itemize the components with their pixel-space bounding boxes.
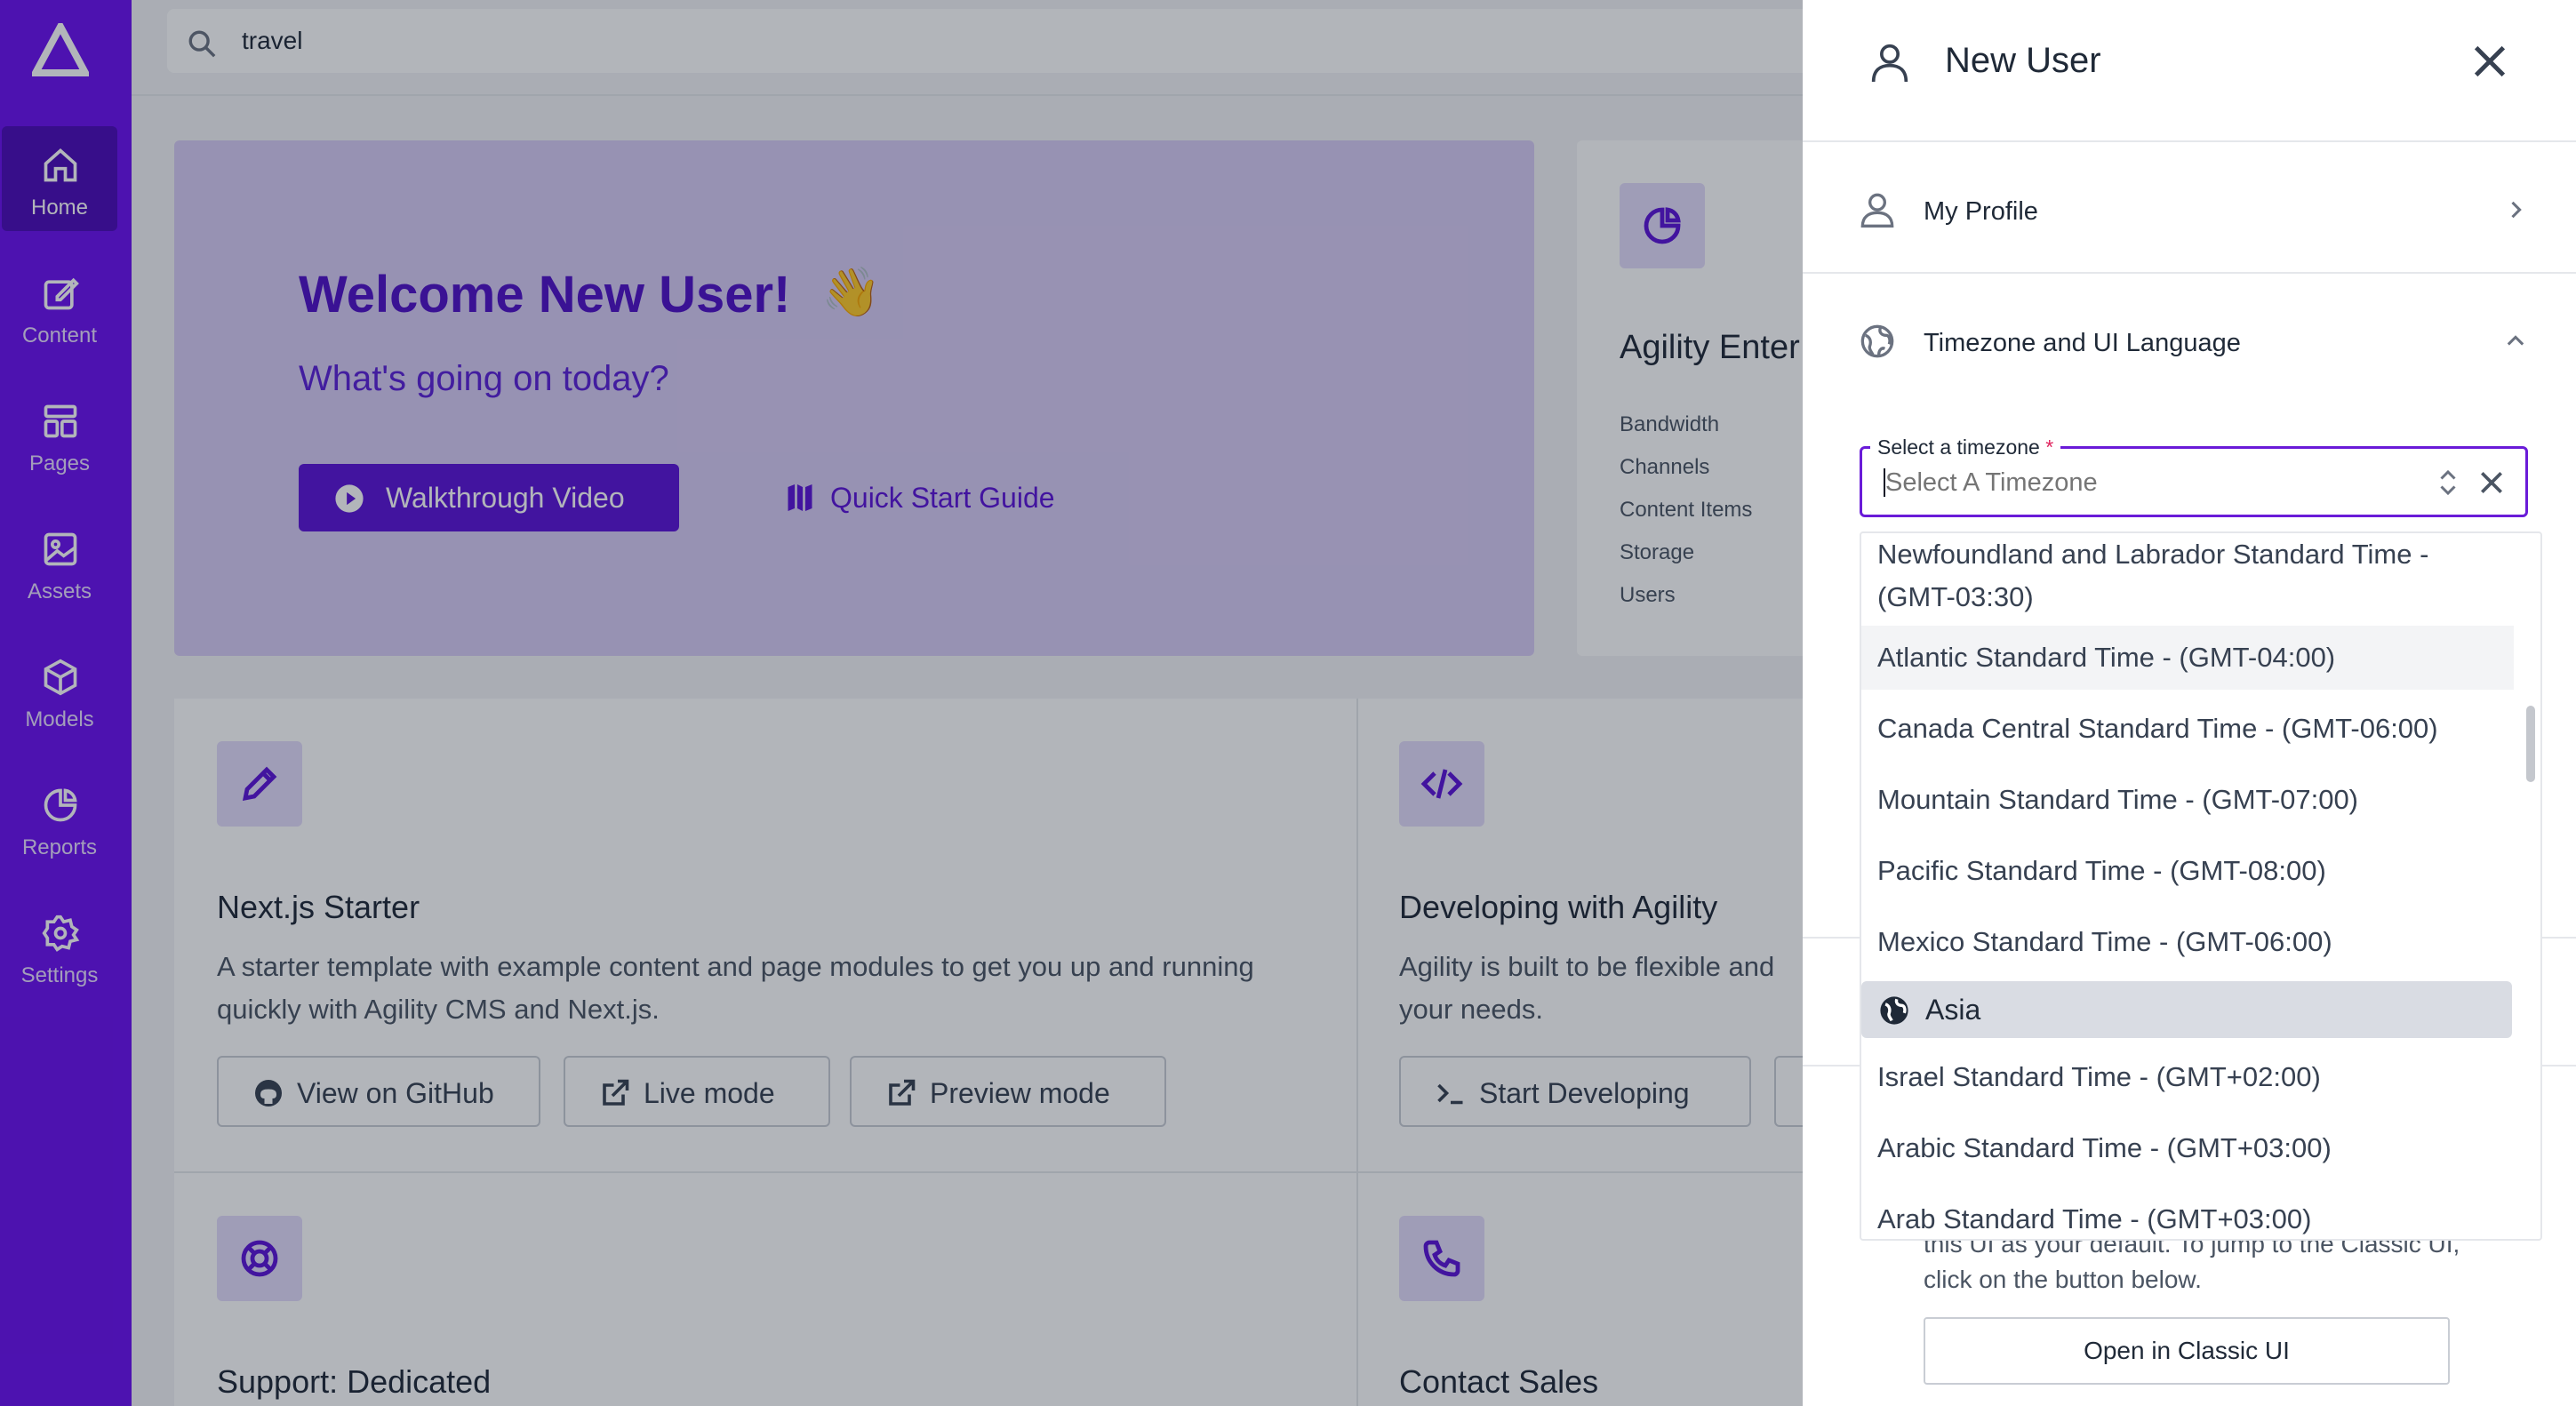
- drawer-title: New User: [1945, 41, 2101, 80]
- dropdown-scrollbar[interactable]: [2526, 706, 2535, 782]
- open-classic-ui-button[interactable]: Open in Classic UI: [1924, 1317, 2450, 1385]
- required-mark: *: [2045, 435, 2054, 459]
- timezone-dropdown: Newfoundland and Labrador Standard Time …: [1860, 531, 2542, 1241]
- updown-chevron-icon[interactable]: [2436, 467, 2460, 499]
- my-profile-section[interactable]: My Profile: [1803, 142, 2576, 274]
- chevron-right-icon: [2511, 201, 2522, 219]
- my-profile-label: My Profile: [1924, 197, 2038, 226]
- close-icon[interactable]: [2469, 41, 2510, 82]
- user-icon: [1860, 193, 1894, 228]
- timezone-option[interactable]: Newfoundland and Labrador Standard Time …: [1861, 533, 2514, 619]
- timezone-option[interactable]: Arabic Standard Time - (GMT+03:00): [1861, 1116, 2514, 1180]
- timezone-field-label: Select a timezone *: [1870, 435, 2061, 459]
- drawer-header: New User: [1803, 0, 2576, 142]
- timezone-option[interactable]: Mexico Standard Time - (GMT-06:00): [1861, 910, 2514, 974]
- modal-overlay[interactable]: [0, 0, 1803, 1406]
- timezone-option[interactable]: Canada Central Standard Time - (GMT-06:0…: [1861, 697, 2514, 761]
- timezone-section[interactable]: Timezone and UI Language: [1803, 274, 2576, 405]
- timezone-option[interactable]: Mountain Standard Time - (GMT-07:00): [1861, 768, 2514, 832]
- user-icon: [1871, 44, 1908, 83]
- timezone-input[interactable]: [1885, 463, 2419, 502]
- timezone-option[interactable]: Pacific Standard Time - (GMT-08:00): [1861, 839, 2514, 903]
- timezone-label: Timezone and UI Language: [1924, 329, 2241, 357]
- globe-icon: [1860, 324, 1894, 358]
- globe-icon: [1880, 996, 1908, 1025]
- option-group-label: Asia: [1925, 994, 1981, 1026]
- timezone-option[interactable]: Arab Standard Time - (GMT+03:00): [1861, 1187, 2514, 1239]
- timezone-option[interactable]: Atlantic Standard Time - (GMT-04:00): [1861, 626, 2514, 690]
- timezone-option[interactable]: Israel Standard Time - (GMT+02:00): [1861, 1045, 2514, 1109]
- chevron-up-icon: [2507, 335, 2524, 346]
- option-line: Newfoundland and Labrador Standard Time …: [1877, 539, 2429, 570]
- clear-icon[interactable]: [2477, 468, 2506, 497]
- timezone-field-label-text: Select a timezone: [1877, 435, 2040, 459]
- option-group-header: Asia: [1861, 981, 2512, 1038]
- option-line: (GMT-03:30): [1877, 581, 2034, 612]
